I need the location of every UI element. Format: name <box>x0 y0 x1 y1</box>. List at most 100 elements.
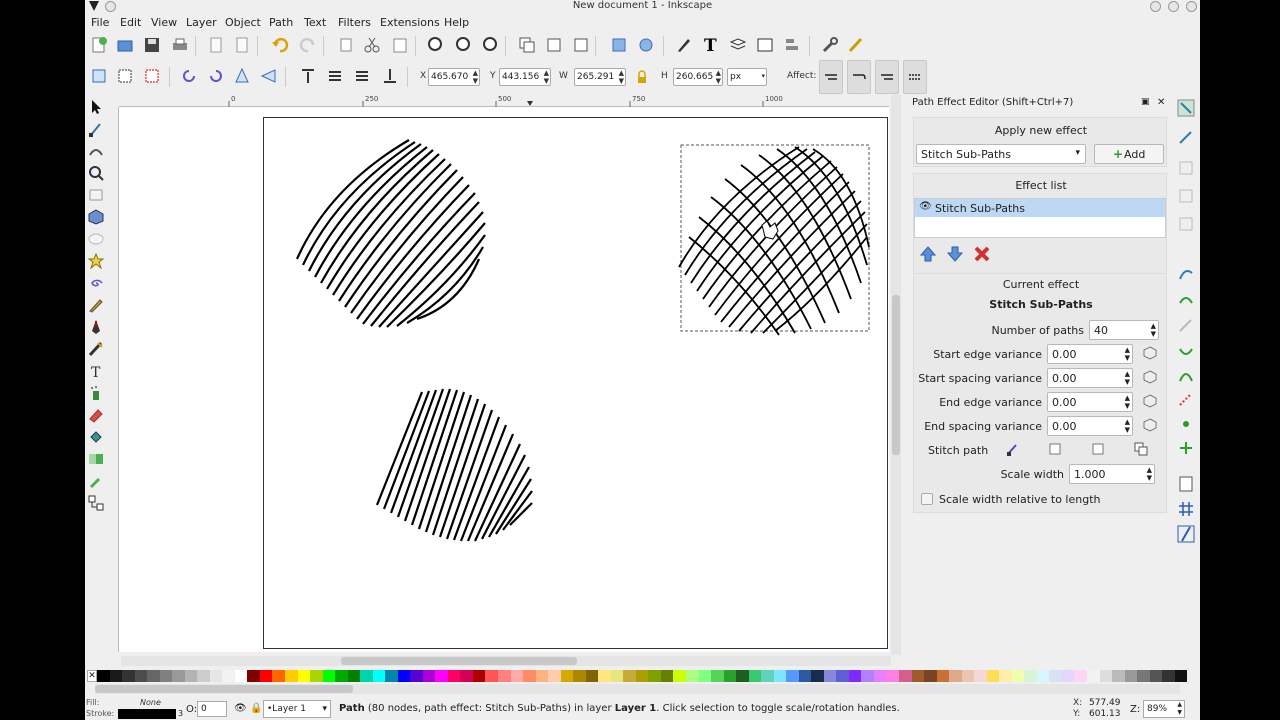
gradient-tool-icon[interactable] <box>88 451 104 467</box>
print-icon[interactable] <box>171 36 189 54</box>
color-swatch[interactable] <box>986 670 1000 682</box>
snap-bbox-midpoint-icon[interactable] <box>1177 215 1195 236</box>
color-swatch[interactable] <box>222 670 235 682</box>
ungroup-icon[interactable] <box>637 36 655 54</box>
color-swatch[interactable] <box>122 670 135 682</box>
color-swatch[interactable] <box>848 670 862 682</box>
color-swatch[interactable] <box>573 670 586 682</box>
zoom-selection-icon[interactable] <box>427 36 445 54</box>
end-edge-variance-input[interactable]: 0.00 ▲ ▼ <box>1047 392 1133 412</box>
color-swatch[interactable] <box>585 670 599 682</box>
color-swatch[interactable] <box>472 670 486 682</box>
color-swatch[interactable] <box>786 670 799 682</box>
snap-rotation-center-icon[interactable] <box>1177 439 1195 460</box>
color-swatch[interactable] <box>723 670 737 682</box>
affect-rounded-corners-button[interactable] <box>847 60 871 94</box>
select-all-icon[interactable] <box>90 67 108 85</box>
color-swatch[interactable] <box>1024 670 1037 682</box>
menu-extensions[interactable]: Extensions <box>380 15 440 30</box>
color-swatch[interactable] <box>548 670 561 682</box>
zoom-drawing-icon[interactable] <box>455 36 473 54</box>
maximize-button[interactable] <box>1168 1 1179 12</box>
snap-guides-icon[interactable] <box>1177 525 1195 546</box>
color-swatch[interactable] <box>1124 670 1138 682</box>
vertical-ruler[interactable] <box>108 107 119 652</box>
stroke-swatch[interactable] <box>118 709 176 719</box>
layer-lock-icon[interactable]: 🔒 <box>250 703 262 714</box>
color-swatch[interactable] <box>447 670 461 682</box>
canvas[interactable] <box>119 107 889 652</box>
vertical-scrollbar[interactable] <box>891 95 901 655</box>
snap-bbox-edge-icon[interactable] <box>1177 159 1195 180</box>
rotate-ccw-icon[interactable] <box>181 67 199 85</box>
color-swatch[interactable] <box>109 670 123 682</box>
color-swatch[interactable] <box>685 670 699 682</box>
menu-file[interactable]: File <box>91 15 109 30</box>
lower-to-bottom-icon[interactable] <box>381 67 399 85</box>
color-swatch[interactable] <box>1162 670 1175 682</box>
color-swatch[interactable] <box>736 670 749 682</box>
color-swatch[interactable] <box>510 670 524 682</box>
effect-type-select[interactable]: Stitch Sub-Paths ▾ <box>916 144 1086 164</box>
horizontal-ruler[interactable]: 0 250 500 750 1000 <box>119 95 889 107</box>
w-field[interactable]: 265.291 ▲ ▼ <box>574 68 626 86</box>
node-tool-icon[interactable] <box>88 121 104 137</box>
rotate-cw-icon[interactable] <box>206 67 224 85</box>
snap-smooth-icon[interactable] <box>1177 367 1195 388</box>
randomize-icon[interactable] <box>1143 370 1157 387</box>
color-swatch[interactable] <box>798 670 812 682</box>
color-swatch[interactable] <box>385 670 398 682</box>
select-all-layers-icon[interactable] <box>116 67 134 85</box>
group-icon[interactable] <box>610 36 628 54</box>
palette-scrollbar[interactable] <box>95 684 1180 694</box>
export-icon[interactable] <box>233 36 251 54</box>
randomize-icon[interactable] <box>1143 394 1157 411</box>
color-swatch[interactable] <box>234 670 248 682</box>
color-swatch[interactable] <box>1086 670 1100 682</box>
color-swatch[interactable] <box>635 670 649 682</box>
text-tool-icon[interactable]: T <box>88 363 104 381</box>
start-spacing-variance-input[interactable]: 0.00 ▲ ▼ <box>1047 368 1133 388</box>
color-swatch[interactable] <box>310 670 323 682</box>
layer-visibility-icon[interactable]: 👁 <box>234 703 247 714</box>
y-field[interactable]: 443.156 ▲ ▼ <box>499 68 551 86</box>
color-swatch[interactable] <box>911 670 925 682</box>
snap-grids-icon[interactable] <box>1177 500 1195 521</box>
color-swatch[interactable] <box>1036 670 1050 682</box>
preferences-icon[interactable] <box>821 36 839 54</box>
stitched-shape-2[interactable] <box>678 146 870 336</box>
number-of-paths-input[interactable]: 40 ▲ ▼ <box>1089 320 1159 340</box>
spray-tool-icon[interactable] <box>88 385 104 401</box>
color-swatch[interactable] <box>147 670 160 682</box>
text-font-icon[interactable]: T <box>702 36 720 56</box>
color-swatch[interactable] <box>422 670 436 682</box>
color-swatch[interactable] <box>823 670 837 682</box>
deselect-icon[interactable] <box>143 67 161 85</box>
ellipse-tool-icon[interactable] <box>88 231 104 247</box>
color-swatch[interactable] <box>535 670 549 682</box>
color-swatch[interactable] <box>836 670 849 682</box>
color-swatch[interactable] <box>560 670 574 682</box>
randomize-icon[interactable] <box>1143 418 1157 435</box>
color-swatch[interactable] <box>498 670 511 682</box>
zoom-tool-icon[interactable] <box>88 165 104 181</box>
scale-relative-checkbox[interactable] <box>921 493 933 505</box>
panel-iconify-icon[interactable]: ▣ <box>1141 97 1150 107</box>
opacity-input[interactable]: 0 <box>197 701 227 717</box>
color-swatch[interactable] <box>673 670 686 682</box>
color-swatch[interactable] <box>322 670 336 682</box>
copy-icon[interactable] <box>337 36 355 54</box>
selector-tool-icon[interactable] <box>88 99 104 115</box>
menu-text[interactable]: Text <box>304 15 326 30</box>
menu-layer[interactable]: Layer <box>186 15 217 30</box>
color-swatch[interactable] <box>297 670 311 682</box>
remove-effect-icon[interactable] <box>974 246 990 265</box>
snap-toggle-icon[interactable] <box>1177 99 1195 120</box>
color-swatch[interactable] <box>711 670 724 682</box>
affect-stroke-width-button[interactable] <box>819 60 843 94</box>
affect-gradients-button[interactable] <box>875 60 899 94</box>
minimize-button[interactable] <box>1150 1 1161 12</box>
color-swatch[interactable] <box>1149 670 1163 682</box>
color-swatch[interactable] <box>284 670 298 682</box>
color-swatch[interactable] <box>773 670 787 682</box>
